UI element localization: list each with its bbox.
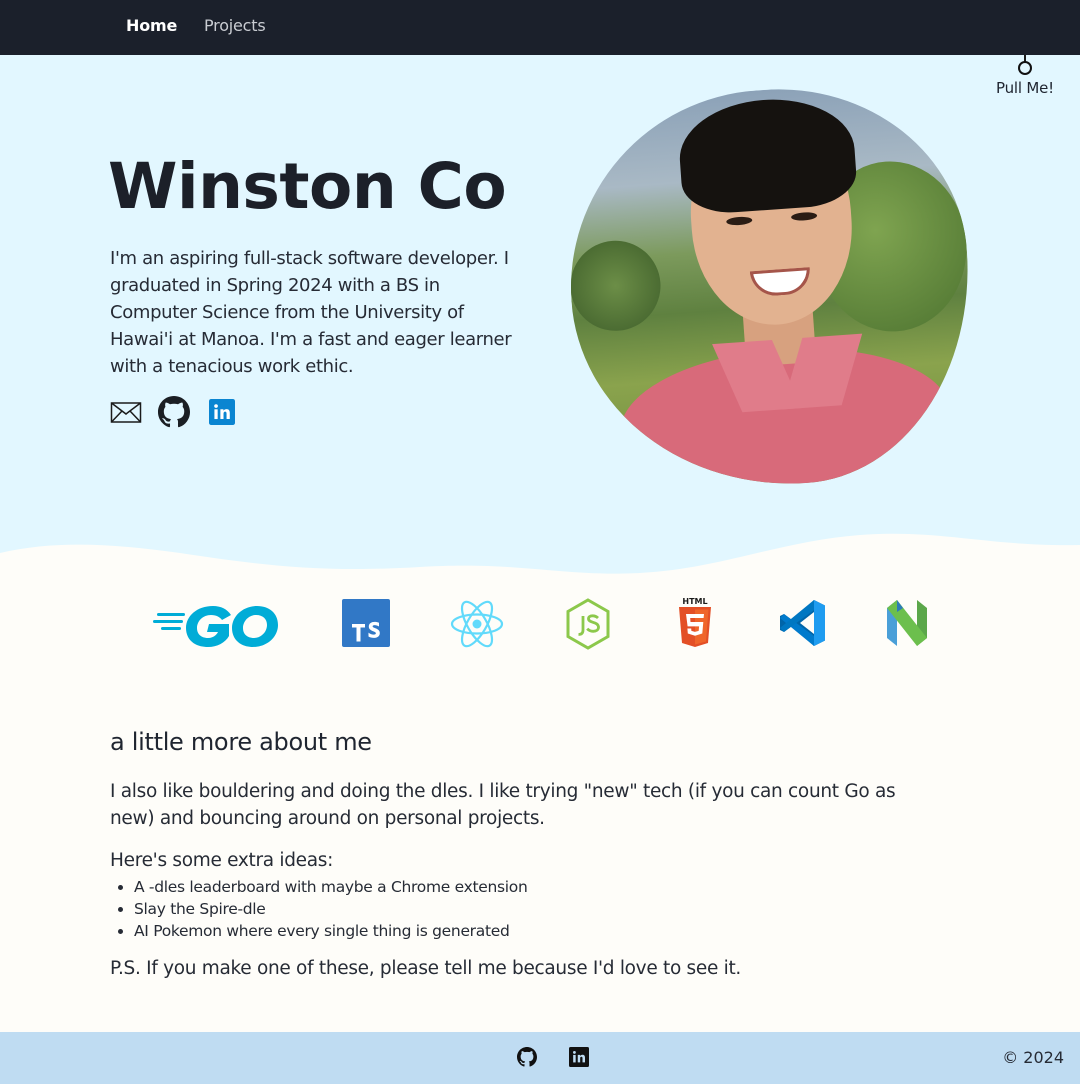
typescript-icon — [342, 599, 390, 647]
svg-text:HTML: HTML — [682, 597, 707, 606]
ideas-list: A -dles leaderboard with maybe a Chrome … — [134, 876, 528, 942]
react-icon — [450, 600, 504, 648]
list-item: A -dles leaderboard with maybe a Chrome … — [134, 876, 528, 898]
linkedin-icon[interactable] — [569, 1047, 589, 1067]
nodejs-icon — [566, 598, 610, 650]
top-nav: Home Projects — [0, 0, 1080, 55]
ps-note: P.S. If you make one of these, please te… — [110, 958, 742, 979]
list-item: AI Pokemon where every single thing is g… — [134, 920, 527, 942]
wave-divider — [0, 533, 1080, 595]
profile-photo — [557, 76, 983, 499]
nav-home-link[interactable]: Home — [126, 16, 177, 35]
linkedin-icon[interactable] — [209, 399, 235, 425]
about-paragraph: I also like bouldering and doing the dle… — [110, 781, 896, 829]
github-icon[interactable] — [517, 1047, 537, 1067]
list-item: Slay the Spire-dle — [134, 898, 527, 920]
pull-cord[interactable]: Pull Me! — [985, 55, 1065, 105]
about-heading: a little more about me — [110, 728, 372, 756]
footer: © 2024 — [0, 1032, 1080, 1084]
go-icon — [153, 606, 278, 647]
nav-projects-link[interactable]: Projects — [204, 16, 266, 35]
github-icon[interactable] — [157, 396, 191, 428]
ideas-heading: Here's some extra ideas: — [110, 850, 334, 871]
pull-cord-ring[interactable] — [1018, 61, 1032, 75]
copyright-text: © 2024 — [1002, 1048, 1064, 1067]
vscode-icon — [780, 600, 825, 646]
mail-icon[interactable] — [110, 396, 142, 428]
neovim-icon — [887, 600, 927, 646]
hero-bio: I'm an aspiring full-stack software deve… — [110, 248, 512, 377]
pull-me-label: Pull Me! — [996, 79, 1054, 97]
hero-name: Winston Co — [108, 150, 507, 223]
html5-icon: HTML — [679, 597, 711, 647]
